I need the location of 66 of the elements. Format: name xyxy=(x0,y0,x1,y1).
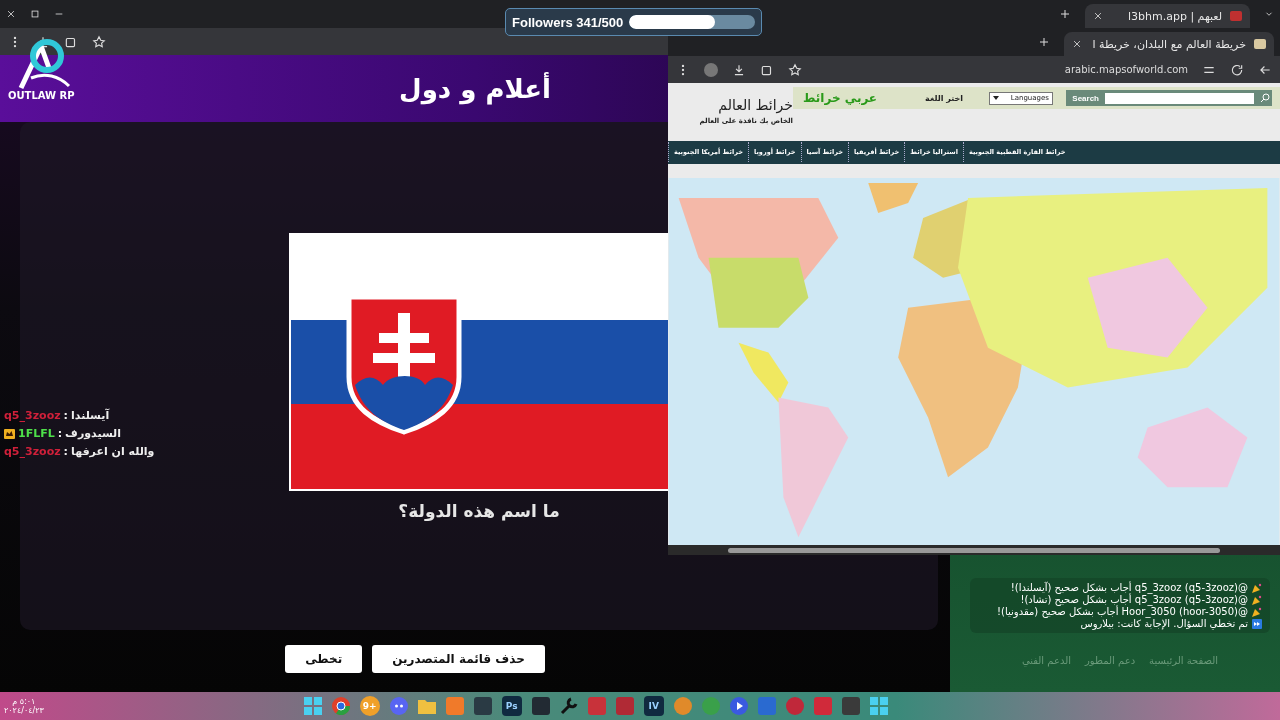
chat-username: q5_3zooz xyxy=(4,445,61,458)
browser-tab[interactable]: خريطة العالم مع البلدان، خريطة ا xyxy=(1064,32,1274,56)
app-tile-icon[interactable] xyxy=(473,697,492,715)
action-button[interactable]: تخطى xyxy=(285,645,363,673)
question-text: ما اسم هذه الدولة؟ xyxy=(398,501,560,521)
search-icon[interactable] xyxy=(1260,93,1270,103)
site-icon xyxy=(1230,11,1242,21)
chat-message: السيدورف xyxy=(65,427,121,440)
log-entry: تم تخطي السؤال. الإجابة كانت: بيلاروس xyxy=(1080,618,1248,629)
party-popper-icon xyxy=(1252,582,1262,593)
taskbar-button[interactable]: Ps xyxy=(501,696,522,716)
chat-username: q5_3zooz xyxy=(4,409,61,422)
log-entry: @Hoor_3050 (hoor-3050) أجاب بشكل صحيح (مقدونيا)! xyxy=(997,606,1248,617)
language-label: اختر اللغة xyxy=(925,93,963,103)
search-field[interactable] xyxy=(1105,92,1254,104)
chat-icon[interactable] xyxy=(389,697,408,715)
new-tab-icon[interactable] xyxy=(1038,36,1050,48)
action-button[interactable]: حذف قائمة المتصدرين xyxy=(372,645,545,673)
chat-username: 1FLFL xyxy=(18,427,55,440)
close-icon[interactable] xyxy=(1093,11,1103,21)
browser-tab[interactable]: لعبهم | l3bhm.app xyxy=(1085,4,1250,28)
close-window-icon[interactable] xyxy=(6,9,16,19)
star-icon[interactable] xyxy=(92,34,106,49)
log-entry: @q5_3zooz (q5-3zooz) أجاب بشكل صحيح (تشاد)! xyxy=(1020,594,1248,605)
app-tile-icon[interactable] xyxy=(813,697,832,715)
log-entry: @q5_3zooz (q5-3zooz) أجاب بشكل صحيح (آيسلندا)! xyxy=(1010,582,1248,593)
app-tile-icon[interactable] xyxy=(445,697,464,715)
followers-count: Followers 341/500 xyxy=(512,14,624,30)
new-tab-icon[interactable] xyxy=(1059,8,1071,20)
app-tile-icon[interactable] xyxy=(615,697,634,715)
horizontal-scrollbar[interactable] xyxy=(668,545,1280,555)
avatar-icon[interactable] xyxy=(704,62,718,77)
brand-text: عربي خرائط xyxy=(803,91,878,105)
site-title: خرائط العالم xyxy=(718,97,793,113)
chat-separator: : xyxy=(63,445,68,458)
star-icon[interactable] xyxy=(788,62,802,77)
restore-icon[interactable] xyxy=(30,9,40,19)
chat-message: آيسلندا xyxy=(71,409,110,422)
game-title: أعلام و دول xyxy=(399,73,551,104)
search-button[interactable]: Search xyxy=(1072,93,1099,103)
chat-message: والله ان اعرفها xyxy=(71,445,155,458)
skip-icon xyxy=(1252,618,1262,629)
taskbar-button[interactable]: IV xyxy=(643,696,664,716)
play-icon[interactable] xyxy=(729,697,748,715)
logo-text: OUTLAW RP xyxy=(8,90,75,101)
site-icon xyxy=(1254,39,1266,49)
caret-icon xyxy=(993,96,999,100)
address-bar[interactable]: arabic.mapsofworld.com xyxy=(1064,64,1188,75)
download-icon[interactable] xyxy=(732,62,746,77)
globe-icon[interactable] xyxy=(331,697,350,715)
chat-separator: : xyxy=(63,409,68,422)
clock-date: ٢٠٢٤/٠٤/٢٣ xyxy=(4,706,44,715)
app-tile-icon[interactable] xyxy=(531,697,550,715)
app-tile-icon[interactable] xyxy=(841,697,860,715)
app-tile-icon[interactable] xyxy=(587,697,606,715)
chat-separator: : xyxy=(57,427,63,440)
crown-badge-icon xyxy=(4,428,15,439)
clock-time: ٥:٠١ م xyxy=(12,697,36,706)
reload-icon[interactable] xyxy=(1230,62,1244,77)
close-icon[interactable] xyxy=(1072,39,1082,49)
wrench-icon[interactable] xyxy=(559,697,578,715)
grid-icon[interactable] xyxy=(303,697,322,715)
party-popper-icon xyxy=(1252,594,1262,605)
folder-icon[interactable] xyxy=(417,698,436,714)
app-tile-icon[interactable] xyxy=(757,697,776,715)
party-popper-icon xyxy=(1252,606,1262,617)
